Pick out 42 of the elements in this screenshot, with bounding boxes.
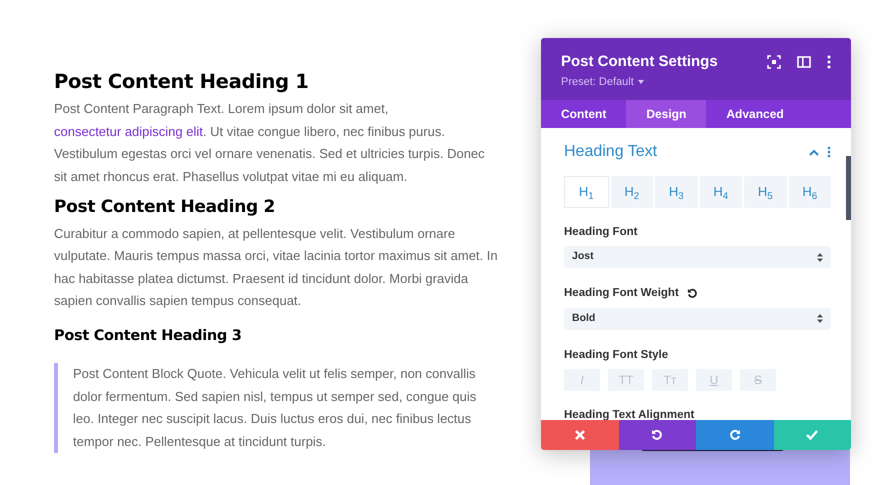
panel-tab[interactable]: Design [626, 100, 706, 128]
select-field[interactable]: Bold [564, 308, 831, 330]
redo-button[interactable] [696, 420, 774, 450]
undo-button[interactable] [618, 420, 696, 450]
menu-icon[interactable] [827, 146, 831, 158]
post-heading: Post Content Heading 1 [54, 70, 310, 94]
field-label: Heading Font Weight [564, 286, 679, 302]
heading-level-tab[interactable]: H$_{3}$ [655, 176, 698, 208]
undo-icon [651, 429, 664, 441]
paragraph: Curabitur a commodo sapien, at pellentesque velit. Vestibulum ornare vulputate. Mauris tempus massa orci, vitae lacinia tortor maximus sit amet. In hac habitasse platea dictumst. Praesent id tincidunt dolor. Morbi gravida sapien convallis sapien tempus consequat. [54, 224, 499, 310]
heading-level-tab[interactable]: H$_{1}$ [564, 176, 608, 208]
post-heading: Post Content Heading 3 [54, 328, 243, 346]
text-link[interactable]: consectetur adipiscing elit [54, 124, 203, 139]
heading-level-tab[interactable]: H$_{2}$ [610, 176, 653, 208]
field-label: Heading Font Style [564, 348, 668, 362]
panel-tab[interactable]: Advanced [706, 100, 804, 128]
scrollbar [846, 156, 851, 220]
heading-level-tab[interactable]: H$_{5}$ [744, 176, 786, 208]
field-label: Heading Font [564, 225, 638, 240]
check-icon [806, 430, 818, 440]
section-title[interactable]: Heading Text [564, 140, 658, 164]
menu-icon[interactable] [827, 55, 831, 69]
preset-dropdown[interactable]: Preset: Default [561, 74, 634, 90]
reset-icon[interactable] [686, 288, 698, 300]
sort-arrows-icon [817, 314, 823, 323]
cancel-button[interactable] [541, 420, 618, 450]
panel-tab[interactable]: Content [541, 100, 626, 128]
post-heading: Post Content Heading 2 [54, 197, 276, 218]
caret-icon [638, 80, 644, 84]
quote-text: Post Content Block Quote. Vehicula velit ut felis semper, non convallis dolor fermentum. Sed sapien nisl, tempus ut semper sed, congue quis leo. Integer nec suscipit lacus. Duis luctus eros dui, nec finibus lectus tempor nec. Pellentesque at tincidunt turpis. [73, 365, 478, 451]
panel-title: Post Content Settings [561, 52, 718, 72]
field-label: Heading Text Alignment [564, 408, 694, 420]
close-icon [574, 430, 585, 440]
chevron-up-icon[interactable] [809, 148, 819, 156]
focus-icon[interactable] [767, 55, 781, 69]
paragraph: Post Content Paragraph Text. Lorem ipsum dolor sit amet, consectetur adipiscing elit. Ut vitae congue libero, nec finibus purus. Vestibulum egestas orci vel ornare venenatis. Sed et ultricies turpis. Donec sit amet rhoncus erat. Phasellus volutpat vitae mi eu aliquam. [54, 100, 486, 186]
redo-icon [728, 429, 741, 441]
heading-level-tab[interactable]: H$_{6}$ [788, 176, 831, 208]
sidebar-layout-icon[interactable] [797, 55, 811, 69]
heading-level-tab[interactable]: H$_{4}$ [700, 176, 742, 208]
select-field[interactable]: Jost [564, 246, 831, 268]
sort-arrows-icon [817, 252, 823, 262]
